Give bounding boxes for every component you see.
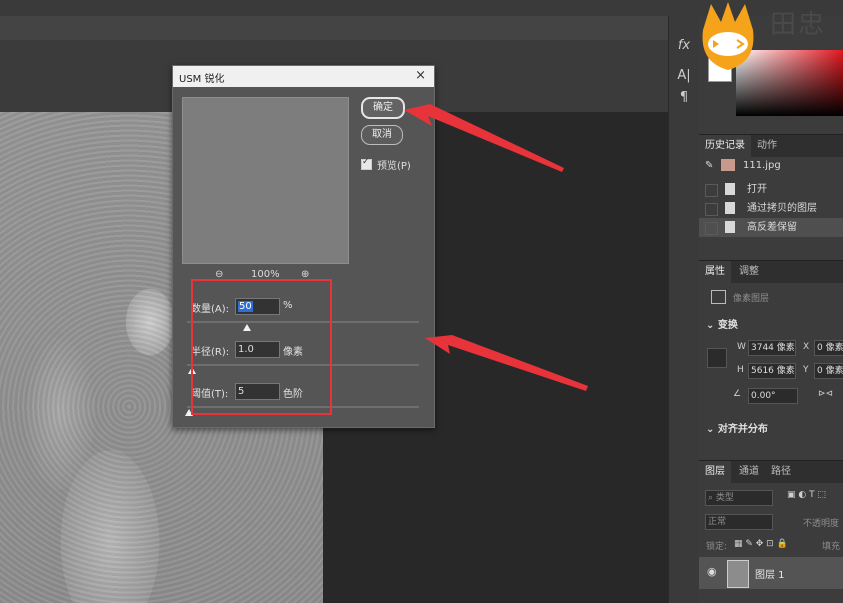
annotation-arrow-top	[404, 104, 564, 172]
annotation-arrow-middle	[425, 335, 588, 391]
annotation-arrows	[404, 104, 588, 391]
